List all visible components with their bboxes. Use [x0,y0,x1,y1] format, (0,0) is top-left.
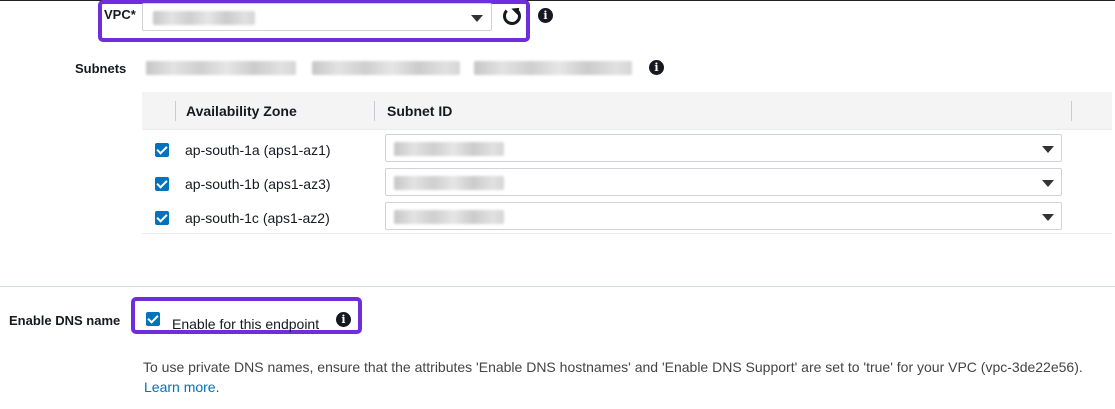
table-header: Availability Zone Subnet ID [142,92,1112,130]
column-separator [1071,101,1072,121]
learn-more-suffix: . [215,379,220,395]
refresh-icon[interactable] [503,7,521,25]
table-row: ap-south-1a (aps1-az1) [142,133,1112,167]
subnet-id-select[interactable] [385,134,1062,162]
vpc-select[interactable] [142,3,492,31]
table-row: ap-south-1c (aps1-az2) [142,201,1112,235]
subnet-id-redacted [394,210,504,224]
subnet-summary-redacted-3 [474,61,632,75]
row-checkbox[interactable] [155,211,169,225]
learn-more-link[interactable]: Learn more [144,379,216,395]
subnet-id-redacted [394,142,504,156]
enable-dns-checkbox[interactable] [146,312,160,326]
subnet-summary-redacted-1 [146,61,296,75]
subnets-info-icon[interactable]: i [649,60,664,75]
availability-zone-cell: ap-south-1a (aps1-az1) [185,142,331,158]
vpc-label: VPC* [104,7,136,22]
availability-zone-cell: ap-south-1b (aps1-az3) [185,176,331,192]
subnets-label: Subnets [75,61,127,76]
table-row: ap-south-1b (aps1-az3) [142,167,1112,201]
section-divider [0,286,1115,287]
subnet-id-select[interactable] [385,168,1062,196]
availability-zone-cell: ap-south-1c (aps1-az2) [185,210,330,226]
subnet-id-redacted [394,176,504,190]
chevron-down-icon [1042,180,1054,187]
enable-dns-checkbox-label[interactable]: Enable for this endpoint [172,316,319,332]
chevron-down-icon [1042,214,1054,221]
column-header-availability-zone[interactable]: Availability Zone [186,103,297,119]
subnets-table: Availability Zone Subnet ID ap-south-1a … [142,92,1112,234]
subnet-summary-redacted-2 [312,61,460,75]
subnet-id-select[interactable] [385,202,1062,230]
row-checkbox[interactable] [155,177,169,191]
vpc-info-icon[interactable]: i [538,8,553,23]
chevron-down-icon [471,15,483,22]
dns-info-icon[interactable]: i [336,312,351,327]
column-header-subnet-id[interactable]: Subnet ID [387,103,452,119]
learn-more-line: Learn more. [144,379,219,397]
chevron-down-icon [1042,146,1054,153]
column-separator [175,101,176,121]
row-checkbox[interactable] [155,143,169,157]
vpc-value-redacted [153,11,255,25]
column-separator [374,101,375,121]
dns-description: To use private DNS names, ensure that th… [143,359,1083,375]
enable-dns-name-label: Enable DNS name [9,313,121,328]
